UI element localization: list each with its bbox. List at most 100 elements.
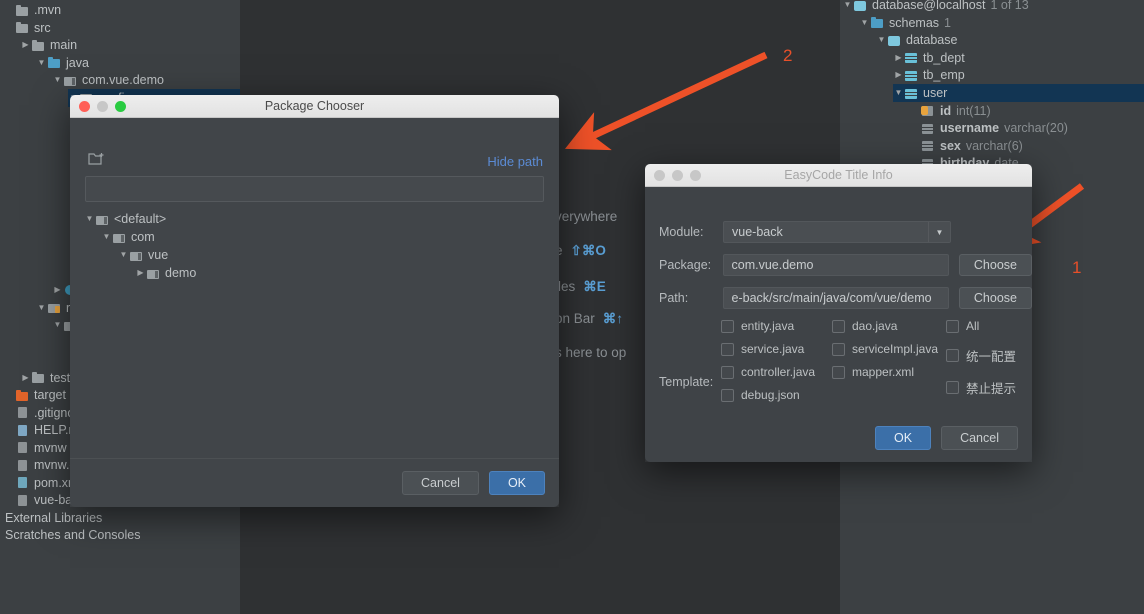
file-icon <box>15 441 30 454</box>
chevron-right-icon[interactable]: ▶ <box>52 281 63 299</box>
chevron-down-icon[interactable]: ▼ <box>876 31 887 49</box>
easycode-ok-button[interactable]: OK <box>875 426 932 450</box>
template-checkbox-row[interactable]: entity.java <box>721 319 815 333</box>
path-input[interactable]: e-back/src/main/java/com/vue/demo <box>722 287 949 309</box>
template-checkbox-row[interactable]: controller.java <box>721 365 815 379</box>
new-folder-icon[interactable] <box>88 151 106 166</box>
database-tree-row[interactable]: ▼ database@localhost 1 of 13 <box>842 0 1144 14</box>
easycode-title: EasyCode Title Info <box>784 168 893 182</box>
editor-hint: e⇧⌘O <box>555 243 606 259</box>
chevron-right-icon[interactable]: ▶ <box>20 369 31 387</box>
checkbox-mapper-xml[interactable] <box>832 365 845 379</box>
chevron-right-icon[interactable]: ▶ <box>20 36 31 54</box>
chevron-down-icon[interactable]: ▼ <box>52 71 63 89</box>
package-search-input[interactable] <box>85 176 544 202</box>
hide-path-link[interactable]: Hide path <box>487 154 543 169</box>
schema-icon <box>887 34 902 47</box>
package-chooser-titlebar[interactable]: Package Chooser <box>70 95 559 118</box>
chevron-down-icon[interactable]: ▼ <box>928 222 950 242</box>
folderblue-icon <box>47 56 62 69</box>
easycode-buttons: OK Cancel <box>875 426 1018 450</box>
easycode-cancel-button[interactable]: Cancel <box>941 426 1018 450</box>
database-tree-row-label: schemas <box>889 15 940 30</box>
package-ok-button[interactable]: OK <box>488 471 545 495</box>
checkbox-all[interactable] <box>946 319 959 333</box>
project-tree-row[interactable]: ▼ java <box>36 54 240 72</box>
folderblue-icon <box>870 16 885 29</box>
editor-hint-text: on Bar <box>555 311 595 326</box>
package-tree-row[interactable]: ▼ com <box>101 228 155 246</box>
checkbox-service-java[interactable] <box>721 342 734 356</box>
database-tree-row[interactable]: ▼ user <box>893 84 1144 102</box>
project-tree-row[interactable]: ▶ main <box>20 36 240 54</box>
template-checkbox-row[interactable]: serviceImpl.java <box>832 342 938 356</box>
easycode-title-info-dialog: EasyCode Title Info Module: vue-back ▼ P… <box>645 164 1032 462</box>
checkbox-entity-java[interactable] <box>721 319 734 333</box>
template-checkbox-row[interactable]: debug.json <box>721 388 815 402</box>
chevron-down-icon[interactable]: ▼ <box>842 0 853 14</box>
template-checkbox-label: entity.java <box>741 319 795 333</box>
database-tree-row[interactable]: ▼ schemas 1 <box>859 14 1144 32</box>
database-tree-row[interactable]: sex varchar(6) <box>910 137 1144 155</box>
chevron-right-icon[interactable]: ▶ <box>893 66 904 84</box>
project-tree-row[interactable]: External Libraries <box>0 509 240 527</box>
col-icon <box>921 139 936 152</box>
project-tree-row[interactable]: src <box>4 19 240 37</box>
checkbox-dao-java[interactable] <box>832 319 845 333</box>
chevron-down-icon[interactable]: ▼ <box>118 246 129 264</box>
chevron-down-icon[interactable]: ▼ <box>101 228 112 246</box>
easycode-titlebar[interactable]: EasyCode Title Info <box>645 164 1032 187</box>
checkbox--[interactable] <box>946 381 959 394</box>
template-checkbox-row[interactable]: dao.java <box>832 319 938 333</box>
file-icon <box>15 494 30 507</box>
database-tree-row[interactable]: ▼ database <box>876 31 1144 49</box>
checkbox--[interactable] <box>946 349 959 362</box>
checkbox-debug-json[interactable] <box>721 388 734 402</box>
project-tree-row[interactable]: .mvn <box>4 1 240 19</box>
package-choose-button[interactable]: Choose <box>958 254 1032 276</box>
template-column-2: dao.java serviceImpl.java mapper.xml <box>832 319 938 388</box>
folder-icon <box>95 213 110 226</box>
chevron-down-icon[interactable]: ▼ <box>84 210 95 228</box>
template-checkbox-label: debug.json <box>741 388 800 402</box>
chevron-right-icon[interactable]: ▶ <box>135 264 146 282</box>
project-tree-row[interactable]: Scratches and Consoles <box>0 526 240 544</box>
database-tree-row[interactable]: username varchar(20) <box>910 119 1144 137</box>
project-tree-row-label: test <box>50 370 71 385</box>
template-checkbox-row[interactable]: mapper.xml <box>832 365 938 379</box>
chevron-down-icon[interactable]: ▼ <box>859 14 870 32</box>
folder-icon <box>31 39 46 52</box>
database-tree-row[interactable]: id int(11) <box>910 102 1144 120</box>
chevron-down-icon[interactable]: ▼ <box>36 54 47 72</box>
database-tree-row[interactable]: ▶ tb_emp <box>893 66 1144 84</box>
database-tree-row[interactable]: ▶ tb_dept <box>893 49 1144 67</box>
project-tree-row-label: src <box>34 20 51 35</box>
checkbox-controller-java[interactable] <box>721 365 734 379</box>
database-tree-row-label: tb_dept <box>923 50 965 65</box>
package-cancel-button[interactable]: Cancel <box>402 471 479 495</box>
package-tree-row-label: demo <box>165 266 197 280</box>
project-tree-row[interactable]: ▼ com.vue.demo <box>52 71 240 89</box>
editor-hint-shortcut: ⌘↑ <box>602 311 624 326</box>
template-checkbox-row[interactable]: service.java <box>721 342 815 356</box>
package-tree-row[interactable]: ▼ vue <box>118 246 169 264</box>
package-chooser-dialog: Package Chooser Hide path ▼ <default> ▼ com… <box>70 95 559 507</box>
chevron-down-icon[interactable]: ▼ <box>893 84 904 102</box>
package-tree-row[interactable]: ▼ <default> <box>84 210 167 228</box>
chevron-right-icon[interactable]: ▶ <box>893 49 904 67</box>
checkbox-serviceimpl-java[interactable] <box>832 342 845 356</box>
template-checkbox-row[interactable]: 禁止提示 <box>946 378 1016 397</box>
folderorange-icon <box>15 389 30 402</box>
file-icon <box>15 406 30 419</box>
path-choose-button[interactable]: Choose <box>958 287 1032 309</box>
package-input[interactable]: com.vue.demo <box>722 254 949 276</box>
module-select[interactable]: vue-back ▼ <box>723 221 951 243</box>
template-checkbox-label: All <box>966 319 980 333</box>
package-value: com.vue.demo <box>731 258 814 272</box>
template-checkbox-row[interactable]: All <box>946 319 1016 333</box>
template-checkbox-row[interactable]: 统一配置 <box>946 346 1016 365</box>
chevron-down-icon[interactable]: ▼ <box>36 299 47 317</box>
package-tree-row[interactable]: ▶ demo <box>135 264 196 282</box>
module-row: Module: vue-back ▼ <box>645 221 1032 243</box>
chevron-down-icon[interactable]: ▼ <box>52 316 63 334</box>
